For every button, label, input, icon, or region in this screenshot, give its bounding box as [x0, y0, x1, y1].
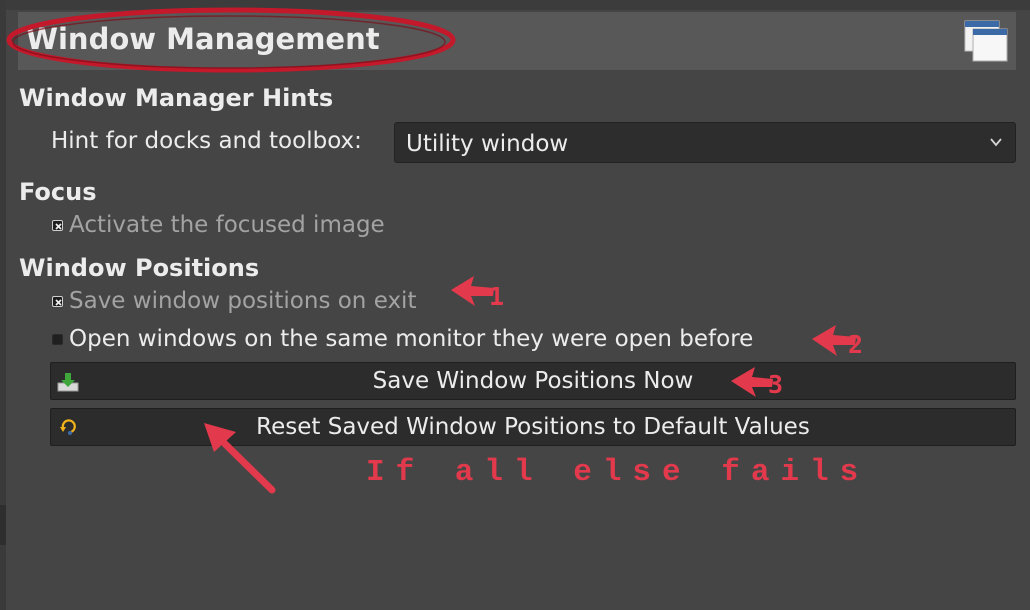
- left-rail-marker: [0, 505, 6, 545]
- activate-focused-checkbox[interactable]: [52, 219, 63, 231]
- save-on-exit-label: Save window positions on exit: [69, 288, 417, 314]
- section-title-positions: Window Positions: [19, 254, 260, 282]
- arrow-number-3: 3: [768, 370, 784, 399]
- save-positions-now-label: Save Window Positions Now: [372, 368, 694, 394]
- page-title: Window Management: [26, 22, 380, 56]
- same-monitor-row[interactable]: Open windows on the same monitor they we…: [52, 324, 753, 354]
- hint-dropdown[interactable]: Utility window: [394, 122, 1016, 163]
- top-strip: [0, 0, 1030, 10]
- save-positions-now-button[interactable]: Save Window Positions Now: [50, 362, 1016, 400]
- arrow-1-icon: [451, 276, 494, 306]
- save-on-exit-checkbox[interactable]: [52, 295, 63, 307]
- reset-positions-label: Reset Saved Window Positions to Default …: [256, 414, 810, 440]
- windows-stack-icon: [964, 20, 1008, 62]
- reset-positions-button[interactable]: Reset Saved Window Positions to Default …: [50, 408, 1016, 446]
- activate-focused-row[interactable]: Activate the focused image: [52, 210, 385, 240]
- arrow-number-2: 2: [848, 330, 864, 359]
- same-monitor-label: Open windows on the same monitor they we…: [69, 326, 754, 352]
- chevron-down-icon: [990, 138, 1002, 147]
- check-x-icon: [55, 222, 62, 230]
- page-header: Window Management: [18, 12, 1016, 70]
- save-on-exit-row[interactable]: Save window positions on exit: [52, 286, 416, 316]
- section-title-hints: Window Manager Hints: [19, 84, 334, 112]
- hint-dropdown-value: Utility window: [406, 131, 569, 157]
- arrow-number-1: 1: [489, 282, 505, 311]
- section-title-focus: Focus: [19, 178, 97, 206]
- check-x-icon: [55, 298, 62, 306]
- activate-focused-label: Activate the focused image: [69, 212, 385, 238]
- hint-label: Hint for docks and toolbox:: [51, 128, 362, 154]
- annotation-note: If all else fails: [366, 455, 870, 490]
- same-monitor-checkbox[interactable]: [52, 333, 63, 345]
